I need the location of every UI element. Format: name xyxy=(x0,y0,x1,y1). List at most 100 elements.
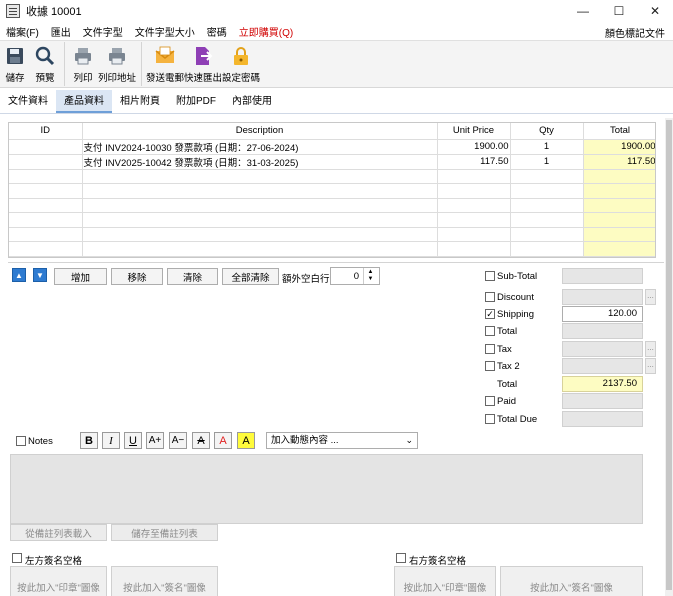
right-signature-checkbox[interactable] xyxy=(396,553,406,563)
empty-row[interactable] xyxy=(9,212,655,228)
send-email-button[interactable]: 發送電郵 xyxy=(146,41,184,87)
load-from-notes-button[interactable]: 從備註列表載入 xyxy=(10,524,107,541)
move-down-button[interactable]: ▼ xyxy=(33,268,47,282)
set-password-button[interactable]: 設定密碼 xyxy=(222,41,260,87)
col-unit-price-header[interactable]: Unit Price xyxy=(437,123,511,140)
menu-font-size[interactable]: 文件字型大小 xyxy=(135,24,195,39)
tax2-checkbox[interactable] xyxy=(485,361,495,371)
menu-font[interactable]: 文件字型 xyxy=(83,24,123,39)
highlight-button[interactable]: A xyxy=(237,432,255,449)
right-sign-box[interactable]: 按此加入"簽名"圖像 xyxy=(500,566,643,596)
right-stamp-box[interactable]: 按此加入"印章"圖像 xyxy=(394,566,496,596)
discount-checkbox[interactable] xyxy=(485,292,495,302)
save-to-notes-button[interactable]: 儲存至備註列表 xyxy=(111,524,218,541)
underline-button[interactable]: U xyxy=(124,432,142,449)
strikethrough-button[interactable]: A xyxy=(192,432,210,449)
empty-row[interactable] xyxy=(9,169,655,185)
left-stamp-box[interactable]: 按此加入"印章"圖像 xyxy=(10,566,107,596)
table-header-row: ID Description Unit Price Qty Total xyxy=(9,123,655,140)
add-item-button[interactable]: 增加 xyxy=(54,268,107,285)
toolbar: 儲存 預覽 列印 列印地址 發送電郵 快速匯出 設定密碼 xyxy=(0,40,673,88)
shipping-checkbox[interactable]: ✓ xyxy=(485,309,495,319)
empty-row[interactable] xyxy=(9,183,655,199)
items-grid[interactable]: ID Description Unit Price Qty Total 支付 I… xyxy=(8,122,656,258)
clear-all-button[interactable]: 全部清除 xyxy=(222,268,279,285)
col-qty-header[interactable]: Qty xyxy=(510,123,584,140)
scrollbar-thumb[interactable] xyxy=(666,120,672,590)
font-color-button[interactable]: A xyxy=(214,432,232,449)
total1-checkbox[interactable] xyxy=(485,326,495,336)
cell-id[interactable] xyxy=(9,154,83,170)
cell-unit-price[interactable]: 1900.00 xyxy=(437,139,511,155)
minimize-button[interactable]: — xyxy=(565,0,601,22)
vertical-scrollbar[interactable] xyxy=(665,118,673,596)
app-icon xyxy=(6,4,20,18)
col-total-header[interactable]: Total xyxy=(583,123,655,140)
chevron-down-icon: ⌄ xyxy=(405,435,413,445)
italic-button[interactable]: I xyxy=(102,432,120,449)
quick-export-button[interactable]: 快速匯出 xyxy=(184,41,222,87)
preview-button[interactable]: 預覽 xyxy=(30,41,60,87)
cell-qty[interactable]: 1 xyxy=(510,139,584,155)
font-shrink-button[interactable]: A− xyxy=(169,432,187,449)
menu-export[interactable]: 匯出 xyxy=(51,24,71,39)
bold-button[interactable]: B xyxy=(80,432,98,449)
printer-address-icon xyxy=(109,48,125,65)
total1-field xyxy=(562,323,643,339)
menu-bar: 檔案(F) 匯出 文件字型 文件字型大小 密碼 立即購買(Q) 顏色標記文件 xyxy=(0,22,673,40)
tax2-field xyxy=(562,358,643,374)
menu-buy-now[interactable]: 立即購買(Q) xyxy=(239,24,293,39)
cell-description[interactable]: 支付 INV2025-10042 發票款項 (日期：31-03-2025) xyxy=(82,154,438,170)
total-due-checkbox[interactable] xyxy=(485,414,495,424)
tab-internal-use[interactable]: 內部使用 xyxy=(224,90,280,113)
notes-checkbox[interactable] xyxy=(16,436,26,446)
empty-row[interactable] xyxy=(9,227,655,243)
col-description-header[interactable]: Description xyxy=(82,123,438,140)
tax-ellipsis-button[interactable]: ... xyxy=(645,341,656,357)
left-sign-box[interactable]: 按此加入"簽名"圖像 xyxy=(111,566,218,596)
clear-item-button[interactable]: 清除 xyxy=(167,268,218,285)
remove-item-button[interactable]: 移除 xyxy=(111,268,163,285)
cell-qty[interactable]: 1 xyxy=(510,154,584,170)
extra-rows-stepper[interactable]: 0 ▲ ▼ xyxy=(330,267,380,285)
menu-color-tag[interactable]: 顏色標記文件 xyxy=(605,25,665,40)
total-due-field xyxy=(562,411,643,427)
menu-file[interactable]: 檔案(F) xyxy=(6,24,39,39)
tax-checkbox[interactable] xyxy=(485,344,495,354)
tab-document-info[interactable]: 文件資料 xyxy=(0,90,56,113)
stepper-arrows-icon[interactable]: ▲ ▼ xyxy=(363,268,377,284)
font-grow-button[interactable]: A+ xyxy=(146,432,164,449)
tab-attach-pdf[interactable]: 附加PDF xyxy=(168,90,224,113)
shipping-field[interactable]: 120.00 xyxy=(562,306,643,322)
col-id-header[interactable]: ID xyxy=(9,123,83,140)
dynamic-content-dropdown[interactable]: 加入動態內容 ... ⌄ xyxy=(266,432,418,449)
notes-textarea[interactable] xyxy=(10,454,643,524)
close-button[interactable]: ✕ xyxy=(637,0,673,22)
total-label: Total xyxy=(497,379,518,390)
tax2-ellipsis-button[interactable]: ... xyxy=(645,358,656,374)
title-bar: 收據 10001 — ☐ ✕ xyxy=(0,0,673,22)
cell-description[interactable]: 支付 INV2024-10030 發票款項 (日期：27-06-2024) xyxy=(82,139,438,155)
left-signature-checkbox[interactable] xyxy=(12,553,22,563)
paid-checkbox[interactable] xyxy=(485,396,495,406)
save-button[interactable]: 儲存 xyxy=(0,41,30,87)
tab-product-info[interactable]: 產品資料 xyxy=(56,90,112,113)
print-address-button[interactable]: 列印地址 xyxy=(97,41,137,87)
discount-ellipsis-button[interactable]: ... xyxy=(645,289,656,305)
move-up-button[interactable]: ▲ xyxy=(12,268,26,282)
extra-rows-value[interactable]: 0 xyxy=(331,271,363,282)
cell-id[interactable] xyxy=(9,139,83,155)
export-icon xyxy=(196,47,213,65)
tab-photo-attachment[interactable]: 相片附頁 xyxy=(112,90,168,113)
extra-rows-label: 額外空白行 xyxy=(282,274,330,285)
print-button[interactable]: 列印 xyxy=(69,41,97,87)
maximize-button[interactable]: ☐ xyxy=(601,0,637,22)
table-row[interactable]: 支付 INV2025-10042 發票款項 (日期：31-03-2025) 11… xyxy=(9,154,655,170)
right-signature-label: 右方簽名空格 xyxy=(409,556,467,567)
menu-password[interactable]: 密碼 xyxy=(207,24,227,39)
cell-unit-price[interactable]: 117.50 xyxy=(437,154,511,170)
empty-row[interactable] xyxy=(9,198,655,214)
empty-row[interactable] xyxy=(9,241,655,257)
subtotal-checkbox[interactable] xyxy=(485,271,495,281)
table-row[interactable]: 支付 INV2024-10030 發票款項 (日期：27-06-2024) 19… xyxy=(9,139,655,155)
